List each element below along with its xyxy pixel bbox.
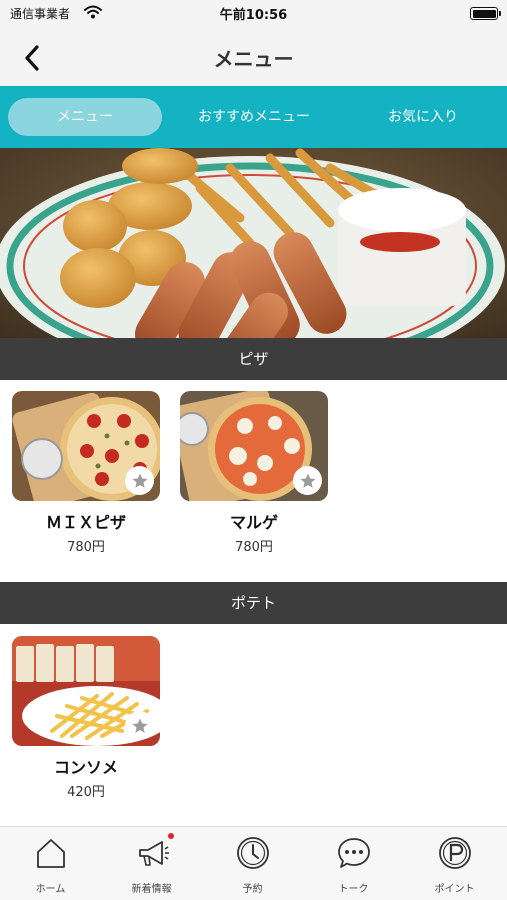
favorite-star-button[interactable] — [293, 466, 322, 495]
margherita-photo — [180, 391, 328, 501]
item-price: 780円 — [67, 540, 105, 555]
bottom-tab-talk[interactable]: トーク — [303, 827, 404, 900]
bottom-tab-points[interactable]: ポイント — [404, 827, 505, 900]
menu-item-margherita[interactable]: マルゲ 780円 — [180, 391, 328, 555]
tab-menu[interactable]: メニュー — [8, 98, 162, 136]
section-header-pizza: ピザ — [0, 338, 507, 380]
page-title: メニュー — [213, 47, 294, 71]
bottom-tab-reservation[interactable]: 予約 — [202, 827, 303, 900]
star-icon — [300, 473, 315, 488]
bottom-tab-label: ポイント — [434, 884, 475, 895]
point-icon — [439, 837, 471, 869]
mix-pizza-photo — [12, 391, 160, 501]
section-header-potato: ポテト — [0, 582, 507, 624]
bottom-tab-label: トーク — [338, 884, 369, 895]
notification-dot — [168, 833, 174, 839]
bottom-tab-news[interactable]: 新着情報 — [101, 827, 202, 900]
star-icon — [132, 473, 147, 488]
menu-item-mix-pizza[interactable]: ＭＩＸピザ 780円 — [12, 391, 160, 555]
item-price: 420円 — [67, 785, 105, 800]
battery-icon — [470, 7, 501, 20]
tab-recommended[interactable]: おすすめメニュー — [176, 98, 332, 136]
bottom-tab-home[interactable]: ホーム — [0, 827, 101, 900]
menu-item-consomme[interactable]: コンソメ 420円 — [12, 636, 160, 800]
consomme-photo — [12, 636, 160, 746]
megaphone-icon — [139, 841, 169, 866]
item-name: ＭＩＸピザ — [45, 513, 126, 532]
hero-food-photo — [0, 148, 507, 338]
bottom-tab-bar: ホーム 新着情報 予約 トーク ポイント — [0, 826, 507, 900]
item-price: 780円 — [235, 540, 273, 555]
clock-icon — [237, 837, 269, 869]
menu-tab-bar: メニュー おすすめメニュー お気に入り — [0, 86, 507, 148]
bottom-tab-label: 予約 — [242, 884, 263, 895]
bottom-tab-label: ホーム — [35, 884, 66, 895]
home-icon — [37, 839, 65, 868]
tab-favorites[interactable]: お気に入り — [346, 98, 500, 136]
navigation-bar: メニュー — [0, 28, 507, 86]
favorite-star-button[interactable] — [125, 466, 154, 495]
chat-bubble-icon — [338, 838, 370, 868]
bottom-tab-label: 新着情報 — [131, 884, 172, 895]
status-time: 午前10:56 — [219, 8, 288, 23]
item-name: マルゲ — [229, 513, 278, 532]
item-name: コンソメ — [53, 758, 118, 777]
star-icon — [132, 718, 147, 733]
favorite-star-button[interactable] — [125, 711, 154, 740]
status-bar: 通信事業者 午前10:56 — [0, 0, 507, 28]
